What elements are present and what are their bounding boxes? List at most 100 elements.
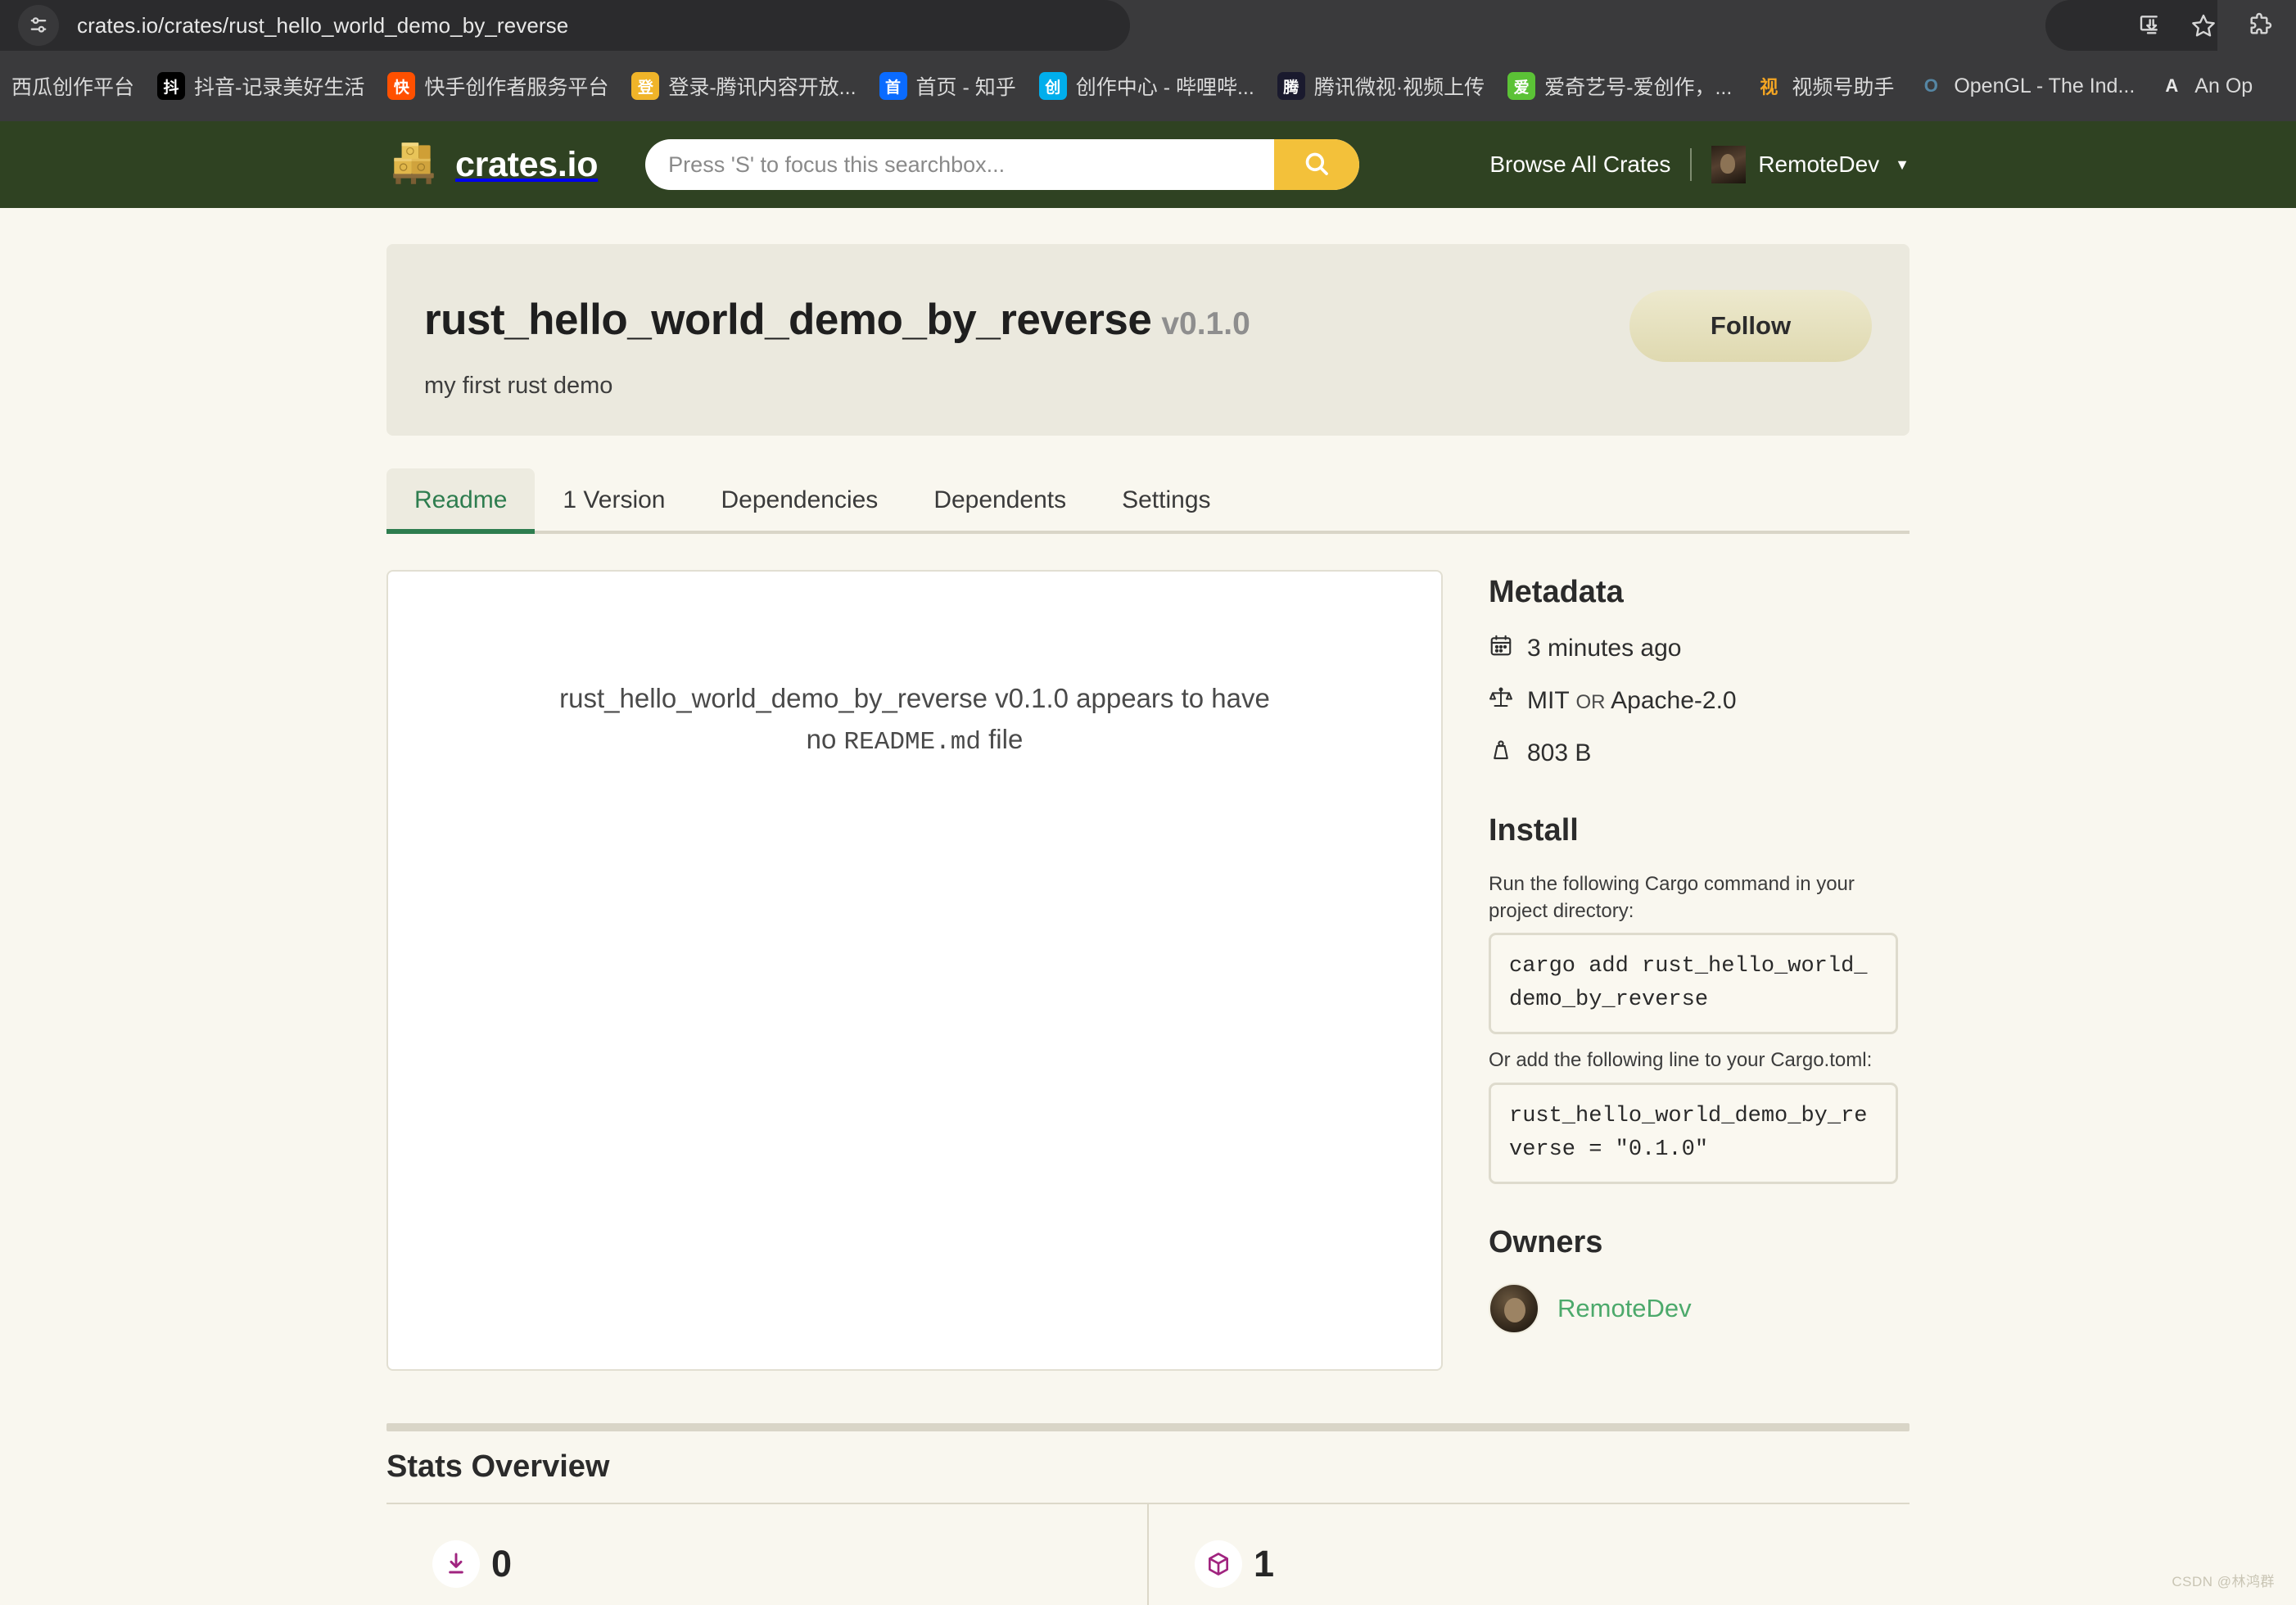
bookmark-label: An Op — [2194, 75, 2253, 98]
user-name: RemoteDev — [1758, 151, 1879, 178]
metadata-row-published: 3 minutes ago — [1489, 633, 1910, 664]
channels-icon: 视 — [1755, 72, 1783, 100]
tab-1-version[interactable]: 1 Version — [535, 468, 693, 531]
header-right: Browse All Crates RemoteDev ▼ — [1489, 146, 1910, 183]
crate-name: rust_hello_world_demo_by_reverse — [424, 296, 1151, 344]
browse-all-crates-link[interactable]: Browse All Crates — [1489, 151, 1690, 178]
package-cube-icon — [1195, 1540, 1242, 1588]
readme-empty-message: rust_hello_world_demo_by_reverse v0.1.0 … — [559, 678, 1270, 1369]
bookmark-label: 视频号助手 — [1792, 71, 1894, 101]
follow-button[interactable]: Follow — [1629, 290, 1872, 362]
bookmark-item[interactable]: 登登录-腾讯内容开放... — [620, 62, 867, 110]
watermark: CSDN @林鸿群 — [2172, 1570, 2275, 1590]
bookmark-item[interactable]: 快快手创作者服务平台 — [376, 62, 620, 110]
license-mit: MIT — [1527, 687, 1569, 714]
bookmark-item[interactable]: 首首页 - 知乎 — [868, 62, 1028, 110]
iqiyi-icon: 爱 — [1507, 72, 1535, 100]
bookmark-label: 快手创作者服务平台 — [424, 71, 608, 101]
crate-size: 803 B — [1527, 739, 1591, 767]
scale-balance-icon — [1489, 685, 1513, 717]
license-text: MIT OR Apache-2.0 — [1527, 687, 1737, 715]
crate-tabs: Readme1 VersionDependenciesDependentsSet… — [386, 468, 1910, 534]
stats-row: 0 Downloads all time 1 Ver — [386, 1503, 1910, 1605]
page-content: rust_hello_world_demo_by_reverse v0.1.0 m… — [386, 208, 1910, 1605]
search-input[interactable] — [645, 139, 1274, 190]
omnibox-row: crates.io/crates/rust_hello_world_demo_b… — [0, 0, 2296, 51]
install-note-2: Or add the following line to your Cargo.… — [1489, 1047, 1873, 1074]
license-apache: Apache-2.0 — [1611, 687, 1736, 714]
bookmark-label: 抖音-记录美好生活 — [194, 71, 364, 101]
calendar-icon — [1489, 633, 1513, 664]
bookmark-label: 创作中心 - 哔哩哔... — [1076, 71, 1254, 101]
readme-empty-line2-suffix: file — [981, 724, 1023, 754]
stats-top-divider — [386, 1423, 1910, 1431]
chevron-down-icon: ▼ — [1895, 156, 1910, 174]
url-text: crates.io/crates/rust_hello_world_demo_b… — [77, 13, 568, 38]
zhihu-icon: 首 — [879, 72, 907, 100]
install-command-cargo-add[interactable]: cargo add rust_hello_world_demo_by_rever… — [1489, 933, 1898, 1034]
bookmark-label: 腾讯微视·视频上传 — [1314, 71, 1485, 101]
browser-chrome: crates.io/crates/rust_hello_world_demo_b… — [0, 0, 2296, 121]
metadata-row-size: 803 B — [1489, 738, 1910, 769]
tencent-penguin-icon: 登 — [631, 72, 659, 100]
page-title: rust_hello_world_demo_by_reverse v0.1.0 — [424, 295, 1250, 345]
tab-settings[interactable]: Settings — [1094, 468, 1238, 531]
owner-avatar — [1489, 1283, 1539, 1334]
bookmark-label: 西瓜创作平台 — [11, 71, 134, 101]
bookmark-item[interactable]: 西瓜创作平台 — [0, 62, 146, 110]
address-bar[interactable]: crates.io/crates/rust_hello_world_demo_b… — [0, 0, 1130, 51]
generic-site-icon: A — [2158, 72, 2185, 100]
crate-version: v0.1.0 — [1161, 306, 1250, 341]
crate-hero: rust_hello_world_demo_by_reverse v0.1.0 m… — [386, 244, 1910, 436]
search-form[interactable] — [645, 139, 1359, 190]
site-header: crates.io Browse All Crates Remot — [0, 121, 2296, 208]
brand-name: crates.io — [455, 145, 598, 185]
search-icon — [1303, 150, 1331, 180]
tab-dependents[interactable]: Dependents — [906, 468, 1094, 531]
browser-action-buttons — [2126, 0, 2296, 51]
weight-icon — [1489, 738, 1513, 769]
install-title: Install — [1489, 813, 1910, 848]
owner-name-link[interactable]: RemoteDev — [1557, 1294, 1692, 1323]
bookmark-item[interactable]: 创创作中心 - 哔哩哔... — [1028, 62, 1266, 110]
search-button[interactable] — [1274, 139, 1359, 190]
bookmark-item[interactable]: O OpenGL - The Ind... — [1905, 62, 2146, 110]
crate-sidebar: Metadata 3 minutes ago — [1489, 570, 1910, 1371]
page-root: crates.io Browse All Crates Remot — [0, 121, 2296, 1605]
sliders-icon[interactable] — [18, 5, 59, 46]
bookmarks-bar: 西瓜创作平台抖抖音-记录美好生活快快手创作者服务平台登登录-腾讯内容开放...首… — [0, 51, 2296, 121]
crates-boxes-logo — [386, 136, 441, 194]
bookmark-label: OpenGL - The Ind... — [1954, 75, 2135, 98]
metadata-title: Metadata — [1489, 575, 1910, 610]
tab-readme[interactable]: Readme — [386, 468, 535, 531]
bookmark-item[interactable]: 腾腾讯微视·视频上传 — [1266, 62, 1496, 110]
download-icon — [432, 1540, 480, 1588]
kuaishou-icon: 快 — [387, 72, 415, 100]
install-command-cargo-toml[interactable]: rust_hello_world_demo_by_reverse = "0.1.… — [1489, 1083, 1898, 1184]
license-joiner: OR — [1575, 691, 1605, 713]
user-menu[interactable]: RemoteDev ▼ — [1692, 146, 1910, 183]
crate-description: my first rust demo — [424, 373, 1629, 400]
douyin-icon: 抖 — [157, 72, 185, 100]
downloads-value: 0 — [491, 1543, 512, 1585]
opengl-icon: O — [1917, 72, 1945, 100]
bookmark-item[interactable]: 抖抖音-记录美好生活 — [146, 62, 376, 110]
extensions-puzzle-icon[interactable] — [2237, 3, 2281, 47]
bilibili-icon: 创 — [1039, 72, 1067, 100]
bookmark-star-icon[interactable] — [2181, 3, 2226, 47]
avatar — [1711, 146, 1746, 183]
bookmark-item[interactable]: 爱爱奇艺号-爱创作，... — [1496, 62, 1743, 110]
stats-overview: Stats Overview 0 Downloads all time — [386, 1423, 1910, 1605]
owner-list-item[interactable]: RemoteDev — [1489, 1283, 1910, 1334]
stats-title: Stats Overview — [386, 1449, 1910, 1485]
readme-panel: rust_hello_world_demo_by_reverse v0.1.0 … — [386, 570, 1443, 1371]
bookmark-item[interactable]: 视视频号助手 — [1743, 62, 1905, 110]
readme-empty-line1: rust_hello_world_demo_by_reverse v0.1.0 … — [559, 683, 1270, 713]
metadata-row-license: MIT OR Apache-2.0 — [1489, 685, 1910, 717]
bookmark-item[interactable]: A An Op — [2146, 62, 2264, 110]
brand-link[interactable]: crates.io — [386, 136, 598, 194]
install-app-icon[interactable] — [2126, 3, 2170, 47]
published-time: 3 minutes ago — [1527, 635, 1681, 662]
owners-title: Owners — [1489, 1225, 1910, 1260]
tab-dependencies[interactable]: Dependencies — [694, 468, 906, 531]
